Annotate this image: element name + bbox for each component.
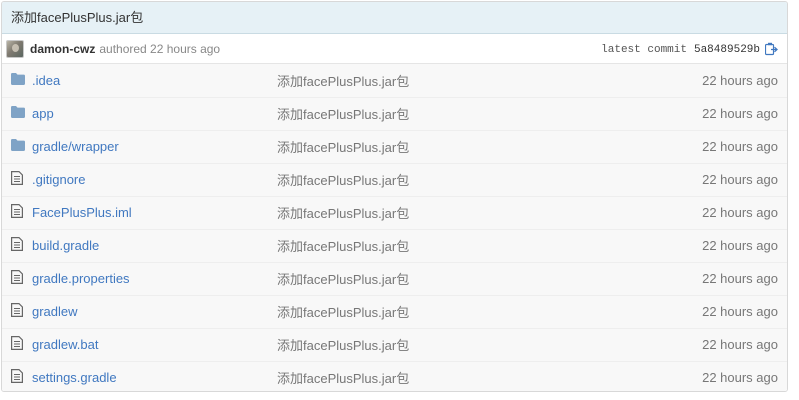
file-row: gradlew 添加facePlusPlus.jar包 22 hours ago xyxy=(2,294,787,328)
latest-commit-label: latest commit xyxy=(601,44,687,56)
commit-sha[interactable]: 5a8489529b xyxy=(694,44,760,56)
file-name-link[interactable]: .gitignore xyxy=(32,172,85,187)
copy-sha-icon[interactable] xyxy=(765,42,778,56)
commit-message-link[interactable]: 添加facePlusPlus.jar包 xyxy=(277,74,409,89)
file-icon xyxy=(11,204,23,218)
file-icon xyxy=(11,237,23,251)
commit-age: 22 hours ago xyxy=(702,106,778,121)
commit-age: 22 hours ago xyxy=(702,205,778,220)
file-name-link[interactable]: app xyxy=(32,106,54,121)
commit-age: 22 hours ago xyxy=(702,238,778,253)
file-icon xyxy=(11,270,23,284)
file-row: app 添加facePlusPlus.jar包 22 hours ago xyxy=(2,96,787,130)
commit-message-link[interactable]: 添加facePlusPlus.jar包 xyxy=(277,107,409,122)
file-icon xyxy=(11,336,23,350)
commit-message[interactable]: 添加facePlusPlus.jar包 xyxy=(2,2,787,34)
file-name-link[interactable]: FacePlusPlus.iml xyxy=(32,205,132,220)
file-name-link[interactable]: gradle.properties xyxy=(32,271,130,286)
commit-age: 22 hours ago xyxy=(702,304,778,319)
file-list: .idea 添加facePlusPlus.jar包 22 hours ago app 添… xyxy=(2,64,787,391)
commit-author[interactable]: damon-cwz xyxy=(30,42,95,56)
folder-icon xyxy=(11,106,25,118)
file-name-link[interactable]: gradlew xyxy=(32,304,78,319)
file-icon xyxy=(11,303,23,317)
commit-message-link[interactable]: 添加facePlusPlus.jar包 xyxy=(277,173,409,188)
file-row: .gitignore 添加facePlusPlus.jar包 22 hours ag… xyxy=(2,162,787,196)
commit-age: 22 hours ago xyxy=(702,172,778,187)
commit-message-link[interactable]: 添加facePlusPlus.jar包 xyxy=(277,272,409,287)
file-row: .idea 添加facePlusPlus.jar包 22 hours ago xyxy=(2,64,787,97)
file-row: gradle/wrapper 添加facePlusPlus.jar包 22 hour… xyxy=(2,129,787,163)
commit-age: 22 hours ago xyxy=(702,271,778,286)
commit-message-link[interactable]: 添加facePlusPlus.jar包 xyxy=(277,305,409,320)
file-row: build.gradle 添加facePlusPlus.jar包 22 hours … xyxy=(2,228,787,262)
file-name-link[interactable]: .idea xyxy=(32,73,60,88)
file-icon xyxy=(11,171,23,185)
commit-age: 22 hours ago xyxy=(702,370,778,386)
commit-message-link[interactable]: 添加facePlusPlus.jar包 xyxy=(277,371,409,386)
file-row: FacePlusPlus.iml 添加facePlusPlus.jar包 22 ho… xyxy=(2,195,787,229)
file-row: settings.gradle 添加facePlusPlus.jar包 22 hou… xyxy=(2,360,787,391)
authored-time: authored 22 hours ago xyxy=(99,41,221,56)
file-browser: 添加facePlusPlus.jar包 damon-cwz authored 2… xyxy=(1,1,788,392)
commit-meta: damon-cwz authored 22 hours ago latest c… xyxy=(2,34,787,64)
commit-age: 22 hours ago xyxy=(702,139,778,154)
file-icon xyxy=(11,369,23,384)
file-name-link[interactable]: gradlew.bat xyxy=(32,337,99,352)
commit-age: 22 hours ago xyxy=(702,72,778,88)
file-name-link[interactable]: gradle/wrapper xyxy=(32,139,119,154)
folder-icon xyxy=(11,139,25,151)
file-name-link[interactable]: settings.gradle xyxy=(32,370,117,385)
commit-age: 22 hours ago xyxy=(702,337,778,352)
file-name-link[interactable]: build.gradle xyxy=(32,238,99,253)
commit-message-link[interactable]: 添加facePlusPlus.jar包 xyxy=(277,140,409,155)
avatar[interactable] xyxy=(6,39,24,58)
file-row: gradlew.bat 添加facePlusPlus.jar包 22 hours a… xyxy=(2,327,787,361)
file-row: gradle.properties 添加facePlusPlus.jar包 22 h… xyxy=(2,261,787,295)
commit-message-link[interactable]: 添加facePlusPlus.jar包 xyxy=(277,206,409,221)
commit-message-link[interactable]: 添加facePlusPlus.jar包 xyxy=(277,239,409,254)
commit-message-link[interactable]: 添加facePlusPlus.jar包 xyxy=(277,338,409,353)
folder-icon xyxy=(11,72,25,85)
